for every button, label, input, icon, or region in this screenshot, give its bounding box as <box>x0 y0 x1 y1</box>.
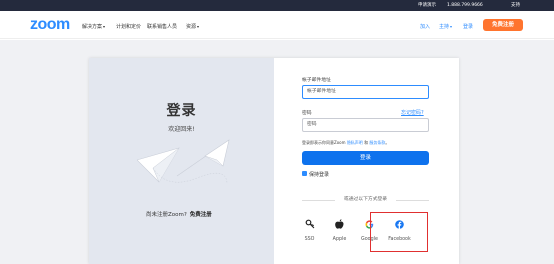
email-label: 帐子邮件地址 <box>302 78 331 83</box>
nav-solutions-label: 解决方案 <box>82 24 103 30</box>
nav-plans-pricing[interactable]: 计划和定价 <box>116 23 141 30</box>
login-form: 帐子邮件地址 帐子邮件地址 密码 忘记密码? 密码 登录即表示你同意Zoom 隐… <box>274 58 459 264</box>
request-demo-link[interactable]: 申请演示 <box>418 2 436 9</box>
sso-label: SSO <box>304 237 315 242</box>
phone-number: 1.888.799.9666 <box>447 3 483 8</box>
keep-signed-in-checkbox[interactable] <box>302 171 307 176</box>
chevron-down-icon: ▾ <box>197 24 200 29</box>
keep-signed-in-label: 保持登录 <box>309 172 330 178</box>
paper-plane-illustration <box>137 139 230 185</box>
login-heading: 登录 <box>166 103 197 119</box>
top-utility-bar: 申请演示 1.888.799.9666 支持 <box>0 0 554 11</box>
chevron-down-icon: ▾ <box>103 24 106 29</box>
nav-resources[interactable]: 资源▾ <box>186 23 199 30</box>
main-navigation: zoom 解决方案▾ 计划和定价 联系销售人员 资源▾ 加入 主持▾ 登录 免费… <box>0 11 554 39</box>
free-signup-link[interactable]: 免费注册 <box>190 212 212 218</box>
forgot-password-link[interactable]: 忘记密码? <box>401 109 424 116</box>
alt-login-divider: 或通过以下方式登录 <box>302 197 429 203</box>
divider-line <box>396 200 429 201</box>
keep-signed-in[interactable]: 保持登录 <box>302 171 329 178</box>
apple-login-option[interactable]: Apple <box>326 215 353 253</box>
email-field[interactable]: 帐子邮件地址 <box>302 85 429 99</box>
highlight-box <box>370 212 428 252</box>
login-button[interactable]: 登录 <box>302 151 429 165</box>
password-label: 密码 <box>302 111 312 116</box>
terms-link[interactable]: 隐私声明 <box>347 140 363 145</box>
signup-button[interactable]: 免费注册 <box>483 19 523 31</box>
key-icon <box>301 215 319 233</box>
apple-icon <box>331 215 349 233</box>
no-account-prompt: 尚未注册Zoom? 免费注册 <box>146 210 212 218</box>
nav-login[interactable]: 登录 <box>463 23 473 30</box>
terms-notice: 登录即表示你同意Zoom 隐私声明 和 服务条款。 <box>302 140 390 145</box>
nav-host-label: 主持 <box>439 24 450 30</box>
nav-resources-label: 资源 <box>186 24 197 30</box>
sso-login-option[interactable]: SSO <box>296 215 323 253</box>
nav-host[interactable]: 主持▾ <box>439 23 452 30</box>
chevron-down-icon: ▾ <box>450 24 453 29</box>
nav-solutions[interactable]: 解决方案▾ <box>82 23 105 30</box>
password-field[interactable]: 密码 <box>302 118 429 132</box>
welcome-panel: 登录 欢迎回来! 尚未注册Zoom? 免费注册 <box>89 58 274 264</box>
no-account-text: 尚未注册Zoom? <box>146 212 187 218</box>
terms-link[interactable]: 服务条款 <box>369 140 385 145</box>
welcome-text: 欢迎回来! <box>168 126 195 133</box>
apple-label: Apple <box>332 237 347 242</box>
nav-contact-sales[interactable]: 联系销售人员 <box>147 23 177 30</box>
zoom-logo[interactable]: zoom <box>30 16 70 34</box>
nav-join[interactable]: 加入 <box>420 23 430 30</box>
support-link[interactable]: 支持 <box>511 2 520 9</box>
